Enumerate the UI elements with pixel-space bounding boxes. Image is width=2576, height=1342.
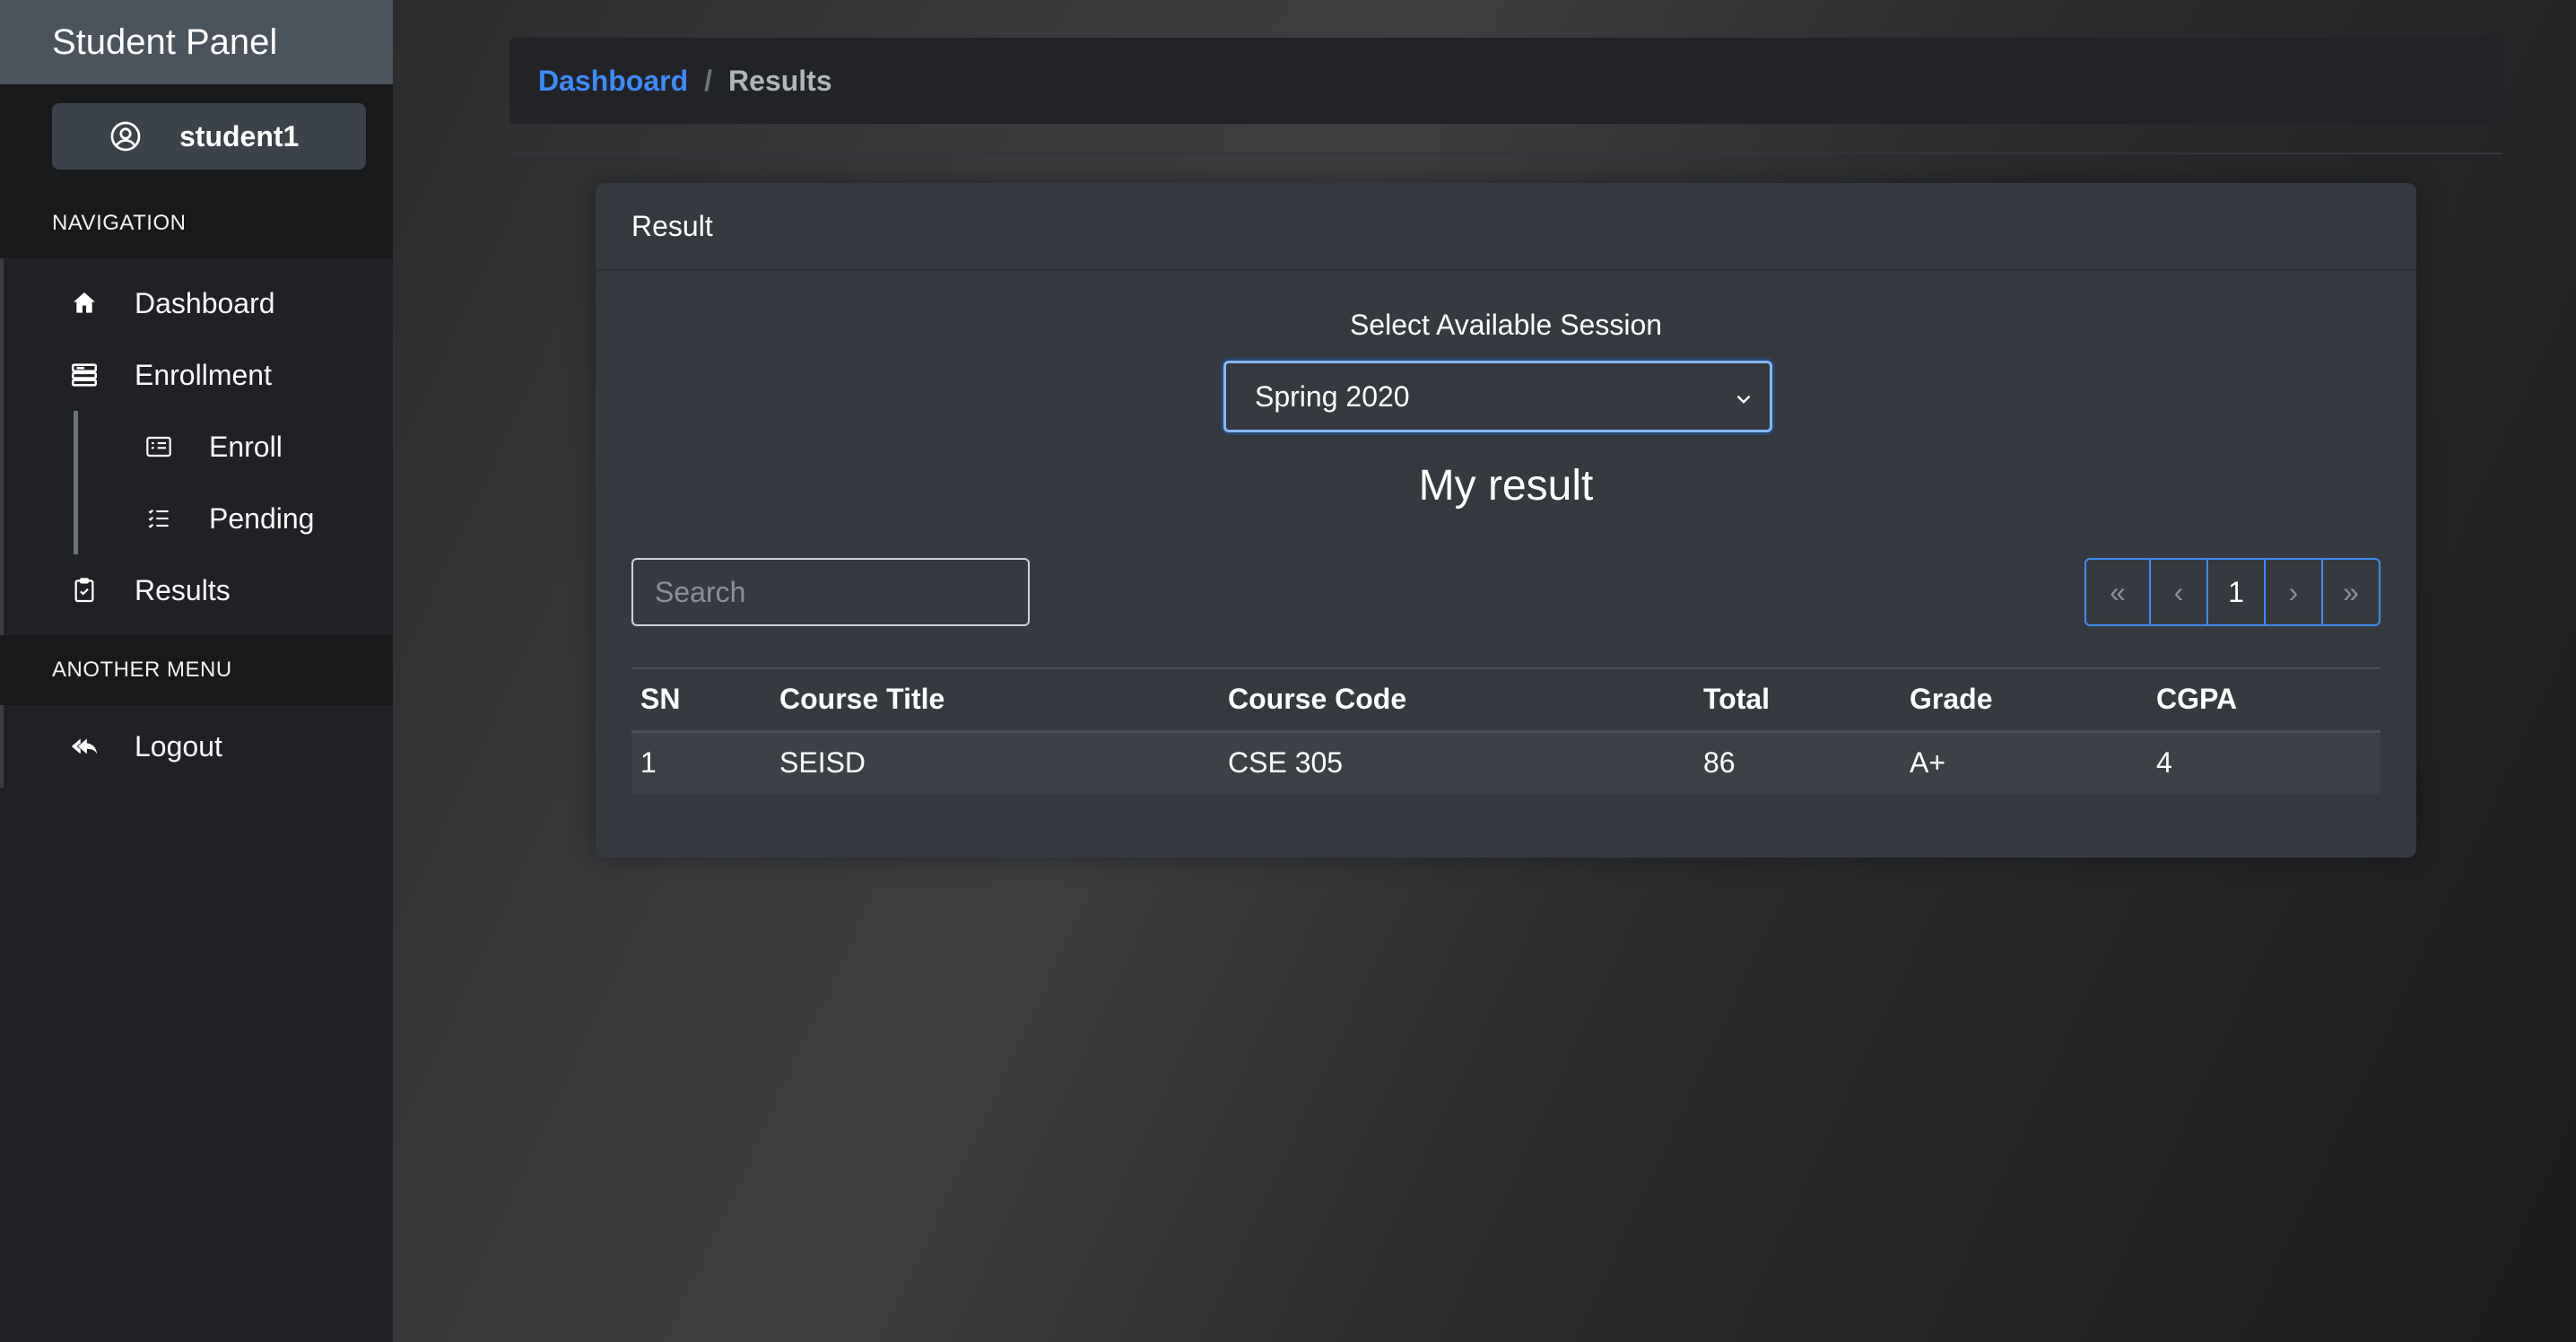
breadcrumb-link-dashboard[interactable]: Dashboard — [538, 65, 688, 98]
username: student1 — [179, 119, 300, 152]
another-menu-header: ANOTHER MENU — [0, 635, 393, 705]
sidebar: Student Panel student1 NAVIGATION Dashbo… — [0, 0, 393, 1342]
sidebar-item-label: Enroll — [209, 430, 283, 463]
brand-title[interactable]: Student Panel — [0, 0, 393, 84]
table-cell: A+ — [1901, 731, 2147, 794]
card-body: Select Available Session Spring 2020 My … — [596, 271, 2416, 858]
sidebar-item-results[interactable]: Results — [4, 554, 393, 626]
sidebar-item-label: Pending — [209, 501, 315, 535]
table-cell: SEISD — [770, 731, 1219, 794]
sidebar-item-label: Logout — [135, 729, 222, 762]
user-panel: student1 — [0, 84, 393, 188]
table-cell: 86 — [1694, 731, 1901, 794]
card-list-icon — [143, 431, 175, 463]
another-menu-list: Logout — [0, 705, 393, 788]
pagination-page-button[interactable]: 1 — [2206, 560, 2264, 624]
session-selected-value: Spring 2020 — [1255, 379, 1410, 413]
column-header[interactable]: SN — [631, 667, 770, 733]
pagination-first-button[interactable]: « — [2086, 560, 2149, 624]
chevron-down-icon — [1732, 385, 1755, 408]
pagination-prev-button[interactable]: ‹ — [2149, 560, 2206, 624]
table-row: 1 SEISD CSE 305 86 A+ 4 — [631, 731, 2380, 794]
column-header[interactable]: Grade — [1901, 667, 2147, 733]
breadcrumb-current: Results — [728, 64, 832, 97]
table-cell: CSE 305 — [1219, 731, 1694, 794]
sidebar-item-enroll[interactable]: Enroll — [74, 411, 393, 483]
nav-section-header: NAVIGATION — [0, 188, 393, 258]
page-heading: My result — [1418, 462, 1594, 510]
pagination-next-button[interactable]: › — [2264, 560, 2321, 624]
nav-list: Dashboard Enrollment Enroll Pending Resu… — [0, 258, 393, 635]
session-select[interactable]: Spring 2020 — [1223, 361, 1772, 432]
sidebar-item-label: Results — [135, 573, 231, 606]
list-check-icon — [143, 502, 175, 535]
main-content: Dashboard / Results Result Select Availa… — [393, 0, 2576, 1342]
sidebar-item-logout[interactable]: Logout — [4, 710, 393, 782]
result-card: Result Select Available Session Spring 2… — [596, 183, 2416, 858]
column-header[interactable]: Total — [1694, 667, 1901, 733]
user-button[interactable]: student1 — [52, 103, 366, 170]
user-circle-icon — [109, 120, 142, 152]
sidebar-item-label: Dashboard — [135, 286, 275, 319]
sidebar-item-dashboard[interactable]: Dashboard — [4, 267, 393, 339]
session-label: Select Available Session — [1349, 309, 1663, 341]
sidebar-item-pending[interactable]: Pending — [74, 483, 393, 554]
divider — [509, 152, 2502, 154]
clipboard-check-icon — [68, 574, 100, 606]
server-icon — [68, 359, 100, 391]
table-header-row: SN Course Title Course Code Total Grade … — [631, 667, 2380, 733]
results-table: SN Course Title Course Code Total Grade … — [631, 667, 2380, 794]
column-header[interactable]: Course Code — [1219, 667, 1694, 733]
table-cell: 4 — [2147, 731, 2380, 794]
pagination: « ‹ 1 › » — [2084, 558, 2380, 626]
search-input[interactable] — [631, 558, 1030, 626]
sidebar-item-label: Enrollment — [135, 358, 272, 391]
column-header[interactable]: Course Title — [770, 667, 1219, 733]
reply-all-icon — [68, 730, 100, 762]
sidebar-item-enrollment[interactable]: Enrollment — [4, 339, 393, 411]
home-icon — [68, 287, 100, 319]
pagination-last-button[interactable]: » — [2321, 560, 2379, 624]
column-header[interactable]: CGPA — [2147, 667, 2380, 733]
breadcrumb-separator: / — [704, 64, 713, 97]
table-cell: 1 — [631, 731, 770, 794]
card-title: Result — [596, 183, 2416, 271]
breadcrumb: Dashboard / Results — [509, 38, 2502, 124]
